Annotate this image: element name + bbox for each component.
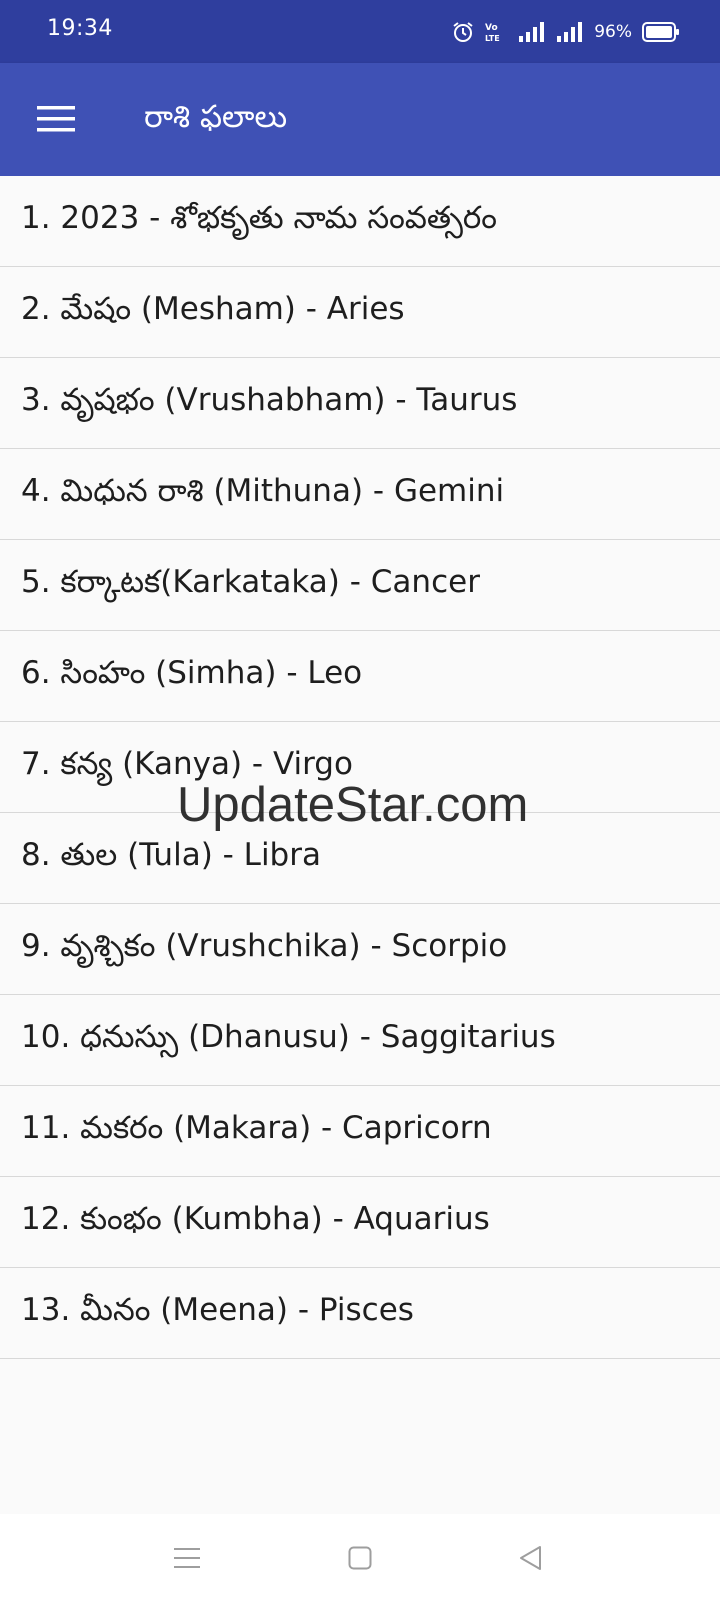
back-icon[interactable]: [512, 1540, 548, 1576]
list-item-label: 3. వృషభం (Vrushabham) - Taurus: [21, 381, 518, 418]
recents-icon[interactable]: [169, 1540, 205, 1576]
list-item[interactable]: 1. 2023 - శోభకృతు నామ సంవత్సరం: [0, 176, 720, 267]
svg-text:LTE: LTE: [485, 34, 500, 43]
list-item[interactable]: 3. వృషభం (Vrushabham) - Taurus: [0, 358, 720, 449]
list-item[interactable]: 11. మకరం (Makara) - Capricorn: [0, 1086, 720, 1177]
list-item[interactable]: 6. సింహం (Simha) - Leo: [0, 631, 720, 722]
list-item[interactable]: 12. కుంభం (Kumbha) - Aquarius: [0, 1177, 720, 1268]
battery-percentage: 96%: [594, 22, 632, 42]
rasi-list: 1. 2023 - శోభకృతు నామ సంవత్సరం 2. మేషం (…: [0, 176, 720, 1359]
list-item-label: 12. కుంభం (Kumbha) - Aquarius: [21, 1200, 490, 1237]
signal-icon: [519, 22, 545, 42]
list-item[interactable]: 7. కన్య (Kanya) - Virgo: [0, 722, 720, 813]
list-item-label: 9. వృశ్చికం (Vrushchika) - Scorpio: [21, 927, 508, 964]
list-item-label: 1. 2023 - శోభకృతు నామ సంవత్సరం: [21, 199, 498, 236]
navigation-bar: [0, 1514, 720, 1600]
list-item-label: 8. తుల (Tula) - Libra: [21, 836, 321, 873]
home-icon[interactable]: [342, 1540, 378, 1576]
list-item-label: 2. మేషం (Mesham) - Aries: [21, 290, 405, 327]
list-item-label: 4. మిధున రాశి (Mithuna) - Gemini: [21, 472, 505, 509]
status-icons: Vo LTE 96%: [452, 18, 680, 46]
volte-icon: Vo LTE: [485, 23, 500, 43]
hamburger-menu-icon[interactable]: [26, 89, 86, 149]
alarm-icon: [453, 22, 473, 42]
battery-icon: [642, 22, 679, 42]
page-title: రాశి ఫలాలు: [144, 99, 288, 135]
list-item[interactable]: 2. మేషం (Mesham) - Aries: [0, 267, 720, 358]
list-item-label: 6. సింహం (Simha) - Leo: [21, 654, 363, 691]
list-item[interactable]: 10. ధనుస్సు (Dhanusu) - Saggitarius: [0, 995, 720, 1086]
app-bar: రాశి ఫలాలు: [0, 63, 720, 176]
list-item[interactable]: 4. మిధున రాశి (Mithuna) - Gemini: [0, 449, 720, 540]
list-item[interactable]: 13. మీనం (Meena) - Pisces: [0, 1268, 720, 1359]
list-item-label: 13. మీనం (Meena) - Pisces: [21, 1291, 414, 1328]
list-item-label: 5. కర్కాటక(Karkataka) - Cancer: [21, 563, 480, 600]
list-item-label: 10. ధనుస్సు (Dhanusu) - Saggitarius: [21, 1018, 556, 1055]
list-item[interactable]: 9. వృశ్చికం (Vrushchika) - Scorpio: [0, 904, 720, 995]
list-item-label: 11. మకరం (Makara) - Capricorn: [21, 1109, 492, 1146]
list-item-label: 7. కన్య (Kanya) - Virgo: [21, 745, 353, 782]
list-item[interactable]: 8. తుల (Tula) - Libra: [0, 813, 720, 904]
svg-text:Vo: Vo: [485, 23, 498, 33]
status-time: 19:34: [47, 16, 113, 41]
status-bar: 19:34 Vo LTE 96%: [0, 0, 720, 63]
list-item[interactable]: 5. కర్కాటక(Karkataka) - Cancer: [0, 540, 720, 631]
signal-icon: [557, 22, 583, 42]
